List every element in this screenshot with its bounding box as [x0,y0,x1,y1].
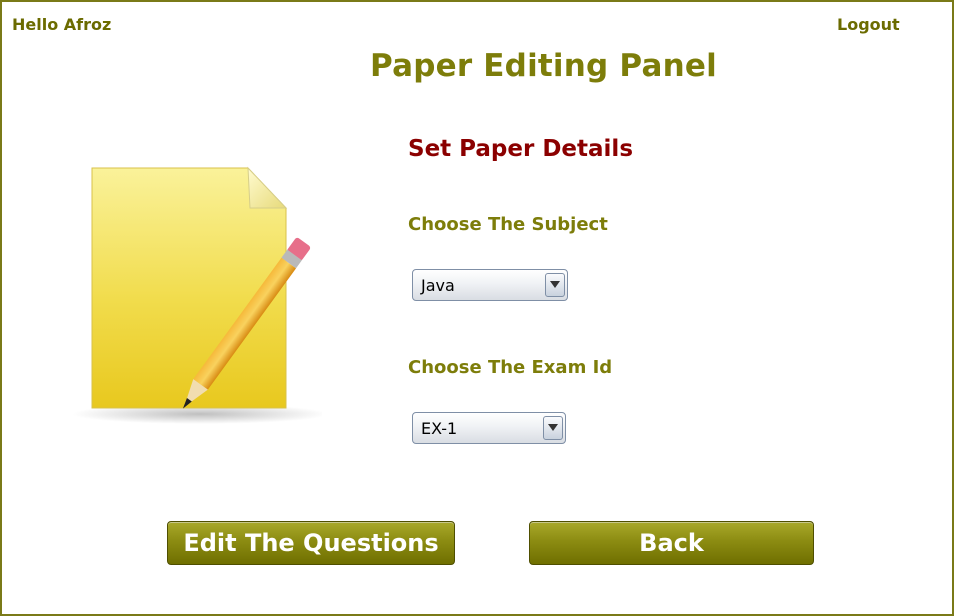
edit-questions-button[interactable]: Edit The Questions [167,521,455,565]
section-title: Set Paper Details [408,136,634,162]
document-pencil-icon [72,166,322,424]
subject-dropdown[interactable]: Java [412,269,568,301]
subject-selected-value: Java [421,276,455,295]
exam-id-selected-value: EX-1 [421,419,458,438]
subject-label: Choose The Subject [408,214,608,235]
chevron-down-icon[interactable] [545,273,565,297]
exam-id-label: Choose The Exam Id [408,357,613,378]
exam-id-dropdown[interactable]: EX-1 [412,412,566,444]
chevron-down-icon[interactable] [543,416,563,440]
page-title: Paper Editing Panel [370,48,717,84]
greeting-text: Hello Afroz [12,15,112,34]
logout-link[interactable]: Logout [837,15,900,34]
back-button[interactable]: Back [529,521,814,565]
app-window: Hello Afroz Logout Paper Editing Panel S… [0,0,954,616]
